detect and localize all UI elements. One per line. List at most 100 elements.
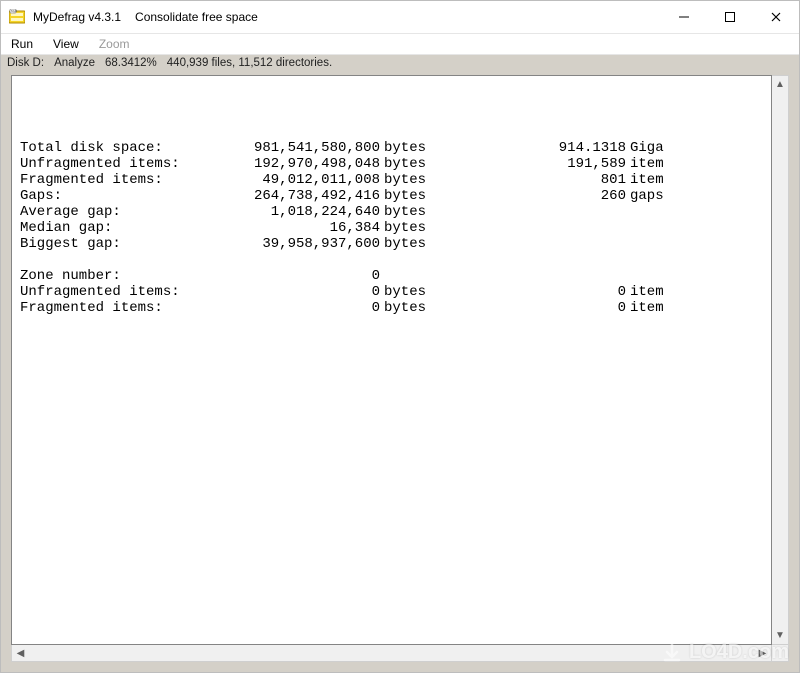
blank-row: [20, 252, 763, 268]
vertical-scrollbar[interactable]: ▲ ▼: [772, 75, 789, 645]
scroll-up-icon[interactable]: ▲: [772, 76, 788, 93]
report-row: Gaps:264,738,492,416bytes 260gaps: [20, 188, 763, 204]
report-label: Median gap:: [20, 220, 220, 236]
status-files: 440,939 files, 11,512 directories.: [167, 57, 332, 69]
scroll-down-icon[interactable]: ▼: [772, 627, 788, 644]
report-u2: item: [626, 156, 678, 172]
vscroll-track[interactable]: [772, 93, 788, 627]
report-u2: item: [626, 284, 678, 300]
status-percent: 68.3412%: [105, 57, 157, 69]
report-v2: 191,589: [466, 156, 626, 172]
report-u1: bytes: [380, 284, 436, 300]
report-label: Fragmented items:: [20, 300, 220, 316]
scrollbar-corner: [772, 645, 789, 662]
horizontal-scrollbar[interactable]: ◀ ▶: [11, 645, 772, 662]
report-v2: 0: [466, 284, 626, 300]
report-label: Average gap:: [20, 204, 220, 220]
scroll-right-icon[interactable]: ▶: [754, 645, 771, 661]
menu-run[interactable]: Run: [7, 36, 37, 52]
title-bar[interactable]: MyD MyDefrag v4.3.1 Consolidate free spa…: [1, 1, 799, 34]
report-v2: 914.1318: [466, 140, 626, 156]
spacer: [436, 300, 466, 316]
report-v1: 1,018,224,640: [220, 204, 380, 220]
report-u2: gaps: [626, 188, 678, 204]
report-u2: [626, 220, 678, 236]
close-button[interactable]: [753, 1, 799, 33]
report-u1: bytes: [380, 220, 436, 236]
app-window: MyD MyDefrag v4.3.1 Consolidate free spa…: [0, 0, 800, 673]
report-v2: 260: [466, 188, 626, 204]
report-row: Biggest gap:39,958,937,600bytes: [20, 236, 763, 252]
report-u1: bytes: [380, 236, 436, 252]
maximize-button[interactable]: [707, 1, 753, 33]
spacer: [436, 236, 466, 252]
report-v2: [466, 220, 626, 236]
report-u1: bytes: [380, 140, 436, 156]
report-label: Biggest gap:: [20, 236, 220, 252]
report-v1: 49,012,011,008: [220, 172, 380, 188]
minimize-button[interactable]: [661, 1, 707, 33]
report-v1: 0: [220, 284, 380, 300]
content-frame: Total disk space:981,541,580,800bytes914…: [11, 75, 789, 662]
report-u1: bytes: [380, 156, 436, 172]
report-row: Unfragmented items:192,970,498,048bytes1…: [20, 156, 763, 172]
menu-bar: Run View Zoom: [1, 34, 799, 54]
report-u2: [626, 236, 678, 252]
report-label: Fragmented items:: [20, 172, 220, 188]
report-u1: bytes: [380, 172, 436, 188]
report-row: Fragmented items:0bytes0item: [20, 300, 763, 316]
report-u1: bytes: [380, 204, 436, 220]
report-label: Total disk space:: [20, 140, 220, 156]
report-v1: 0: [220, 268, 380, 284]
scroll-left-icon[interactable]: ◀: [12, 645, 29, 661]
report-v1: 39,958,937,600: [220, 236, 380, 252]
spacer: [436, 204, 466, 220]
report-u2: [626, 268, 678, 284]
report-row: Unfragmented items:0bytes0item: [20, 284, 763, 300]
report-u2: Giga: [626, 140, 678, 156]
report-row: Total disk space:981,541,580,800bytes 914…: [20, 140, 763, 156]
menu-zoom: Zoom: [95, 36, 134, 52]
report-u1: bytes: [380, 188, 436, 204]
report-label: Zone number:: [20, 268, 220, 284]
report-v2: [466, 268, 626, 284]
report-v2: 0: [466, 300, 626, 316]
report-u2: [626, 204, 678, 220]
menu-view[interactable]: View: [49, 36, 83, 52]
spacer: [436, 268, 466, 284]
status-mode: Analyze: [54, 57, 95, 69]
mydefrag-icon: MyD: [9, 9, 25, 25]
report-pane[interactable]: Total disk space:981,541,580,800bytes914…: [11, 75, 772, 645]
hscroll-track[interactable]: [29, 645, 754, 661]
report-v1: 0: [220, 300, 380, 316]
report-v2: [466, 204, 626, 220]
report-v2: [466, 236, 626, 252]
report-row: Fragmented items:49,012,011,008bytes 801i…: [20, 172, 763, 188]
spacer: [436, 188, 466, 204]
report-v1: 16,384: [220, 220, 380, 236]
report-u1: [380, 268, 436, 284]
report-v2: 801: [466, 172, 626, 188]
spacer: [436, 156, 466, 172]
report-v1: 264,738,492,416: [220, 188, 380, 204]
spacer: [436, 284, 466, 300]
report-v1: 192,970,498,048: [220, 156, 380, 172]
report-row: Median gap:16,384bytes: [20, 220, 763, 236]
spacer: [436, 172, 466, 188]
app-name: MyDefrag v4.3.1: [33, 10, 121, 24]
client-area: Disk D: Analyze 68.3412% 440,939 files, …: [1, 54, 799, 672]
status-line: Disk D: Analyze 68.3412% 440,939 files, …: [1, 55, 799, 75]
window-controls: [661, 1, 799, 33]
report-u2: item: [626, 300, 678, 316]
report-row: Zone number:0: [20, 268, 763, 284]
report-u1: bytes: [380, 300, 436, 316]
report-u2: item: [626, 172, 678, 188]
spacer: [436, 220, 466, 236]
svg-text:MyD: MyD: [11, 9, 18, 13]
report-row: Average gap:1,018,224,640bytes: [20, 204, 763, 220]
report-label: Unfragmented items:: [20, 284, 220, 300]
report-v1: 981,541,580,800: [220, 140, 380, 156]
window-subtitle: Consolidate free space: [135, 10, 258, 24]
status-disk: Disk D:: [7, 57, 44, 69]
report-label: Gaps:: [20, 188, 220, 204]
